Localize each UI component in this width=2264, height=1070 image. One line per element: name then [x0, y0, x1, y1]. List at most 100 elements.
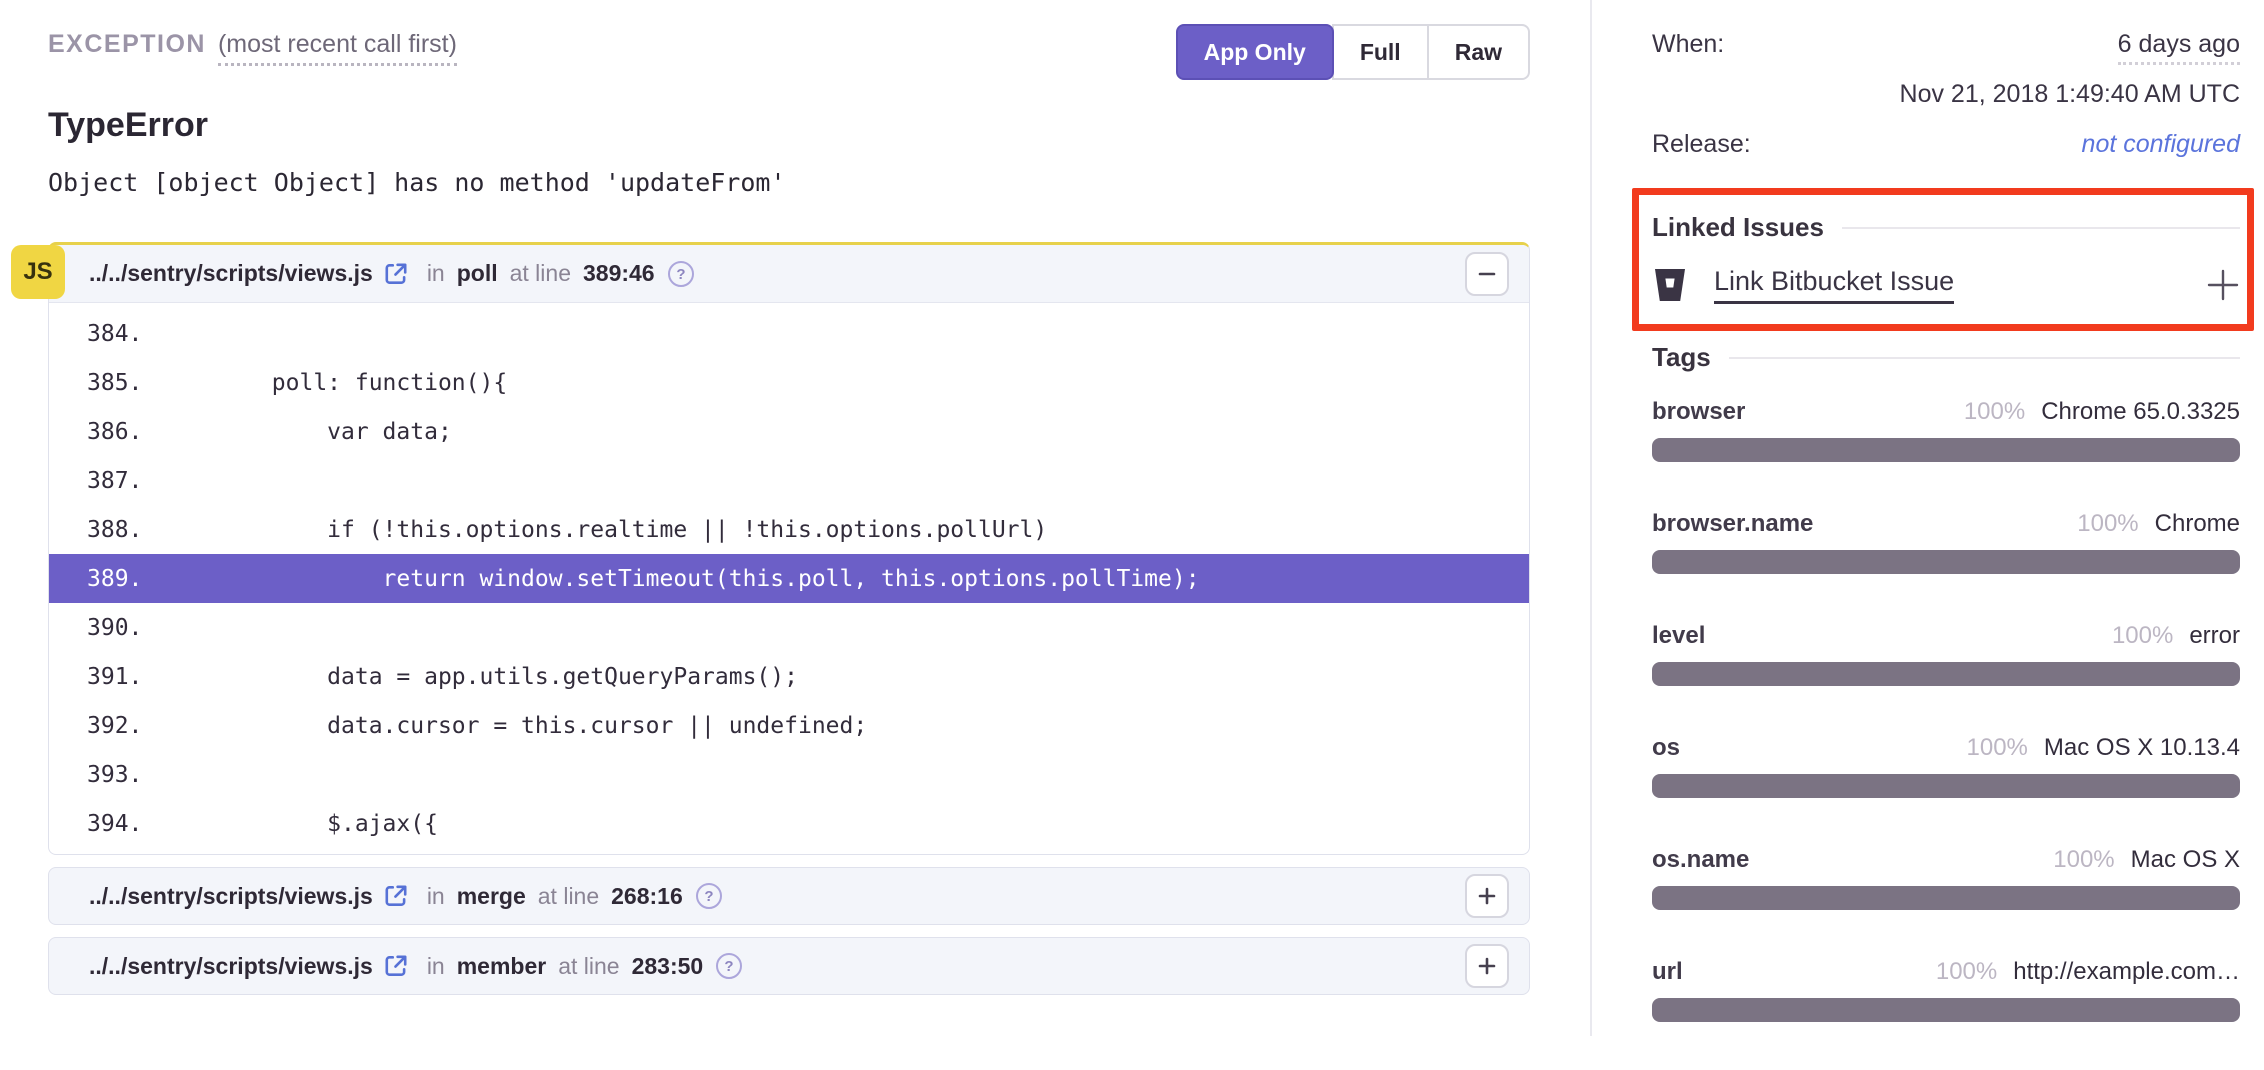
- tag-percent: 100%: [2077, 510, 2138, 538]
- frame-help-icon[interactable]: ?: [715, 952, 743, 980]
- code-line: 391. data = app.utils.getQueryParams();: [49, 652, 1529, 701]
- code-line-text: $.ajax({: [161, 811, 438, 837]
- tag-percent: 100%: [2112, 622, 2173, 650]
- tag-value-group: 100% Mac OS X 10.13.4: [1967, 734, 2241, 762]
- exception-section-header: EXCEPTION (most recent call first): [48, 30, 457, 66]
- frame-filename: ../../sentry/scripts/views.js: [89, 953, 373, 980]
- code-line-number: 386.: [49, 419, 161, 445]
- tag-value-link[interactable]: Chrome 65.0.3325: [2041, 398, 2240, 426]
- frame-location: 389:46: [583, 260, 655, 287]
- collapse-frame-button[interactable]: [1465, 252, 1509, 296]
- tag-value-link[interactable]: error: [2189, 622, 2240, 650]
- link-bitbucket-issue-row: Link Bitbucket Issue: [1652, 266, 2240, 304]
- tag-value-link[interactable]: Mac OS X: [2131, 846, 2240, 874]
- open-file-external-icon[interactable]: [383, 953, 409, 979]
- when-row: When: 6 days ago: [1652, 30, 2240, 65]
- code-line: 386. var data;: [49, 407, 1529, 456]
- expand-frame-button[interactable]: [1465, 944, 1509, 988]
- when-relative-time[interactable]: 6 days ago: [2118, 30, 2240, 65]
- tag-row: os.name 100% Mac OS X: [1652, 846, 2240, 876]
- tag-percent: 100%: [1936, 958, 1997, 986]
- expand-frame-button[interactable]: [1465, 874, 1509, 918]
- code-line-text: var data;: [161, 419, 452, 445]
- code-line-text: poll: function(){: [161, 370, 507, 396]
- tag-row: browser.name 100% Chrome: [1652, 510, 2240, 540]
- tag-item: os.name 100% Mac OS X: [1652, 846, 2240, 910]
- linked-issues-title: Linked Issues: [1652, 212, 1824, 243]
- source-code-context: 384. 385. poll: function(){ 386. var dat…: [49, 303, 1529, 854]
- toggle-app-only-button[interactable]: App Only: [1176, 24, 1334, 80]
- frame-help-icon[interactable]: ?: [695, 882, 723, 910]
- tag-item: browser 100% Chrome 65.0.3325: [1652, 398, 2240, 462]
- frame-help-icon[interactable]: ?: [667, 260, 695, 288]
- open-file-external-icon[interactable]: [383, 883, 409, 909]
- tag-name-link[interactable]: url: [1652, 958, 1683, 986]
- code-line-number: 393.: [49, 762, 161, 788]
- exception-detail-page: EXCEPTION (most recent call first) App O…: [0, 0, 2264, 1036]
- code-line-text: data = app.utils.getQueryParams();: [161, 664, 798, 690]
- code-line-number: 391.: [49, 664, 161, 690]
- tag-value-link[interactable]: Chrome: [2155, 510, 2240, 538]
- open-file-external-icon[interactable]: [383, 261, 409, 287]
- tag-distribution-bar[interactable]: [1652, 886, 2240, 910]
- tag-name-link[interactable]: browser.name: [1652, 510, 1813, 538]
- exception-message: Object [object Object] has no method 'up…: [48, 168, 786, 197]
- tag-value-group: 100% Mac OS X: [2053, 846, 2240, 874]
- tag-name-link[interactable]: os.name: [1652, 846, 1749, 874]
- exception-type: TypeError: [48, 106, 208, 145]
- when-label: When:: [1652, 30, 1724, 59]
- tag-name-link[interactable]: level: [1652, 622, 1705, 650]
- frame-in-label: in: [427, 953, 445, 980]
- toggle-raw-button[interactable]: Raw: [1427, 24, 1530, 80]
- code-line-number: 392.: [49, 713, 161, 739]
- tag-row: os 100% Mac OS X 10.13.4: [1652, 734, 2240, 764]
- when-absolute-time: Nov 21, 2018 1:49:40 AM UTC: [1900, 80, 2240, 109]
- tag-value-link[interactable]: Mac OS X 10.13.4: [2044, 734, 2240, 762]
- exception-order-note[interactable]: (most recent call first): [218, 30, 457, 66]
- tag-name-link[interactable]: browser: [1652, 398, 1745, 426]
- frame-filename: ../../sentry/scripts/views.js: [89, 260, 373, 287]
- release-value-link[interactable]: not configured: [2082, 130, 2240, 159]
- frame-function: poll: [457, 260, 498, 287]
- tag-distribution-bar[interactable]: [1652, 662, 2240, 686]
- add-linked-issue-icon[interactable]: [2206, 268, 2240, 302]
- tag-distribution-bar[interactable]: [1652, 438, 2240, 462]
- frame-header-poll[interactable]: ../../sentry/scripts/views.js in poll at…: [49, 245, 1529, 303]
- tag-distribution-bar[interactable]: [1652, 550, 2240, 574]
- tags-section-header: Tags: [1652, 342, 2240, 373]
- code-line-number: 388.: [49, 517, 161, 543]
- exception-panel: EXCEPTION (most recent call first) App O…: [48, 0, 1530, 1036]
- tag-value-group: 100% Chrome: [2077, 510, 2240, 538]
- red-annotation-highlight: [1632, 188, 2254, 331]
- tag-row: level 100% error: [1652, 622, 2240, 652]
- frame-function: merge: [457, 883, 526, 910]
- stack-frame-merge[interactable]: ../../sentry/scripts/views.js in merge a…: [48, 867, 1530, 925]
- content-sidebar-divider: [1590, 0, 1592, 1036]
- svg-text:?: ?: [676, 266, 685, 283]
- tag-distribution-bar[interactable]: [1652, 774, 2240, 798]
- svg-text:?: ?: [704, 888, 713, 905]
- stack-frame-member[interactable]: ../../sentry/scripts/views.js in member …: [48, 937, 1530, 995]
- section-rule: [1842, 227, 2240, 229]
- tag-row: url 100% http://example.com…: [1652, 958, 2240, 988]
- code-line-number: 385.: [49, 370, 161, 396]
- code-line: 392. data.cursor = this.cursor || undefi…: [49, 701, 1529, 750]
- frame-function: member: [457, 953, 546, 980]
- linked-issues-section-header: Linked Issues: [1652, 212, 2240, 243]
- frame-location: 283:50: [632, 953, 704, 980]
- toggle-full-button[interactable]: Full: [1332, 24, 1429, 80]
- tag-value-link[interactable]: http://example.com…: [2013, 958, 2240, 986]
- svg-text:?: ?: [725, 958, 734, 975]
- tags-list: browser 100% Chrome 65.0.3325 browser.na…: [1652, 398, 2240, 1070]
- code-line-text: data.cursor = this.cursor || undefined;: [161, 713, 867, 739]
- tag-name-link[interactable]: os: [1652, 734, 1680, 762]
- code-line: 385. poll: function(){: [49, 358, 1529, 407]
- frame-filename: ../../sentry/scripts/views.js: [89, 883, 373, 910]
- tag-percent: 100%: [2053, 846, 2114, 874]
- link-bitbucket-issue-link[interactable]: Link Bitbucket Issue: [1714, 266, 1954, 304]
- release-label: Release:: [1652, 130, 1751, 159]
- frame-atline-label: at line: [558, 953, 619, 980]
- tag-row: browser 100% Chrome 65.0.3325: [1652, 398, 2240, 428]
- tag-distribution-bar[interactable]: [1652, 998, 2240, 1022]
- tag-item: url 100% http://example.com…: [1652, 958, 2240, 1022]
